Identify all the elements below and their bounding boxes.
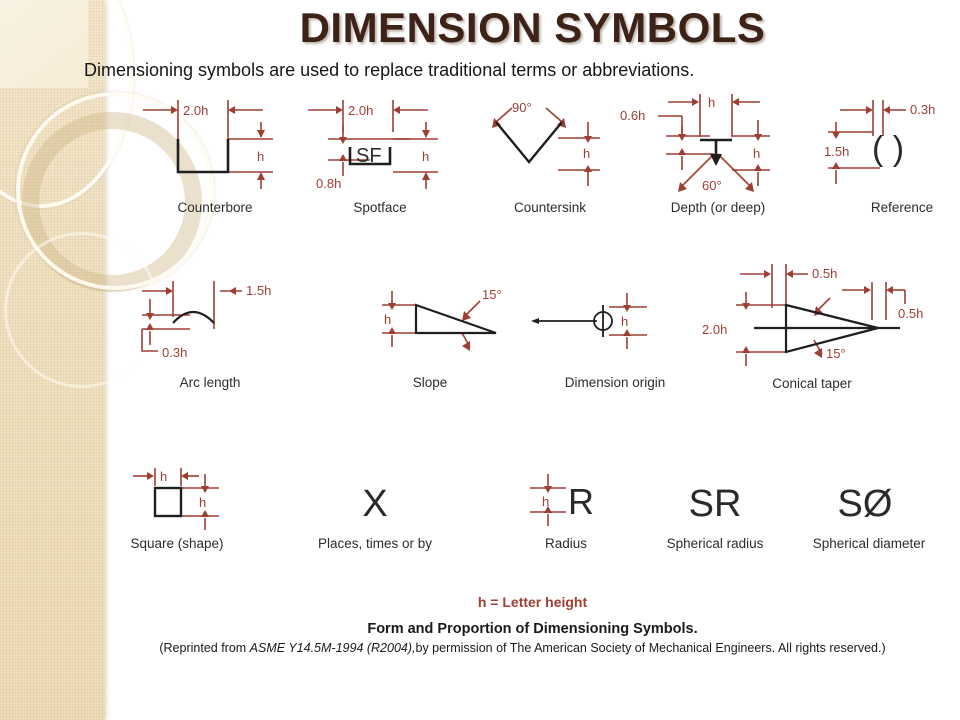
square-shape-glyph: h h [133, 468, 219, 530]
dim-value: h [542, 494, 549, 509]
dim-value: 60° [702, 178, 722, 193]
symbol-square-shape: h h Square (shape) [115, 464, 295, 551]
dim-value: 90° [512, 100, 532, 115]
symbol-inner-text: ( ) [872, 130, 904, 168]
dim-value: 0.3h [162, 345, 187, 360]
symbol-label: Places, times or by [317, 536, 433, 551]
slope-glyph: h 15° [382, 287, 502, 351]
symbol-label: Reference [870, 200, 934, 215]
decorative-side-band [0, 0, 214, 720]
symbol-places-times: X Places, times or by [295, 464, 475, 551]
reference-glyph: 0.3h 1.5h ( ) [824, 100, 935, 184]
arc-length-glyph: 1.5h 0.3h [141, 281, 271, 360]
dim-value: 1.5h [246, 283, 271, 298]
dim-value: h [257, 149, 264, 164]
symbol-dimension-origin: h Dimension origin [505, 267, 715, 390]
caption-suffix: by permission of The American Society of… [415, 641, 886, 655]
dim-value: h [708, 95, 715, 110]
symbol-spherical-diameter: SØ Spherical diameter [773, 464, 953, 551]
symbol-label: Square (shape) [130, 536, 224, 551]
symbol-inner-text: SR [689, 483, 742, 525]
dim-value: h [384, 312, 391, 327]
conical-taper-glyph: 0.5h 0.5h 2.0h 15° [702, 264, 923, 366]
symbol-conical-taper: 0.5h 0.5h 2.0h 15° Conical taper [700, 260, 940, 391]
symbol-label: Depth (or deep) [670, 200, 766, 215]
caption-standard: ASME Y14.5M-1994 (R2004), [249, 641, 416, 655]
symbol-label: Arc length [179, 375, 241, 390]
symbol-slope: h 15° Slope [320, 267, 530, 390]
dim-value: h [621, 314, 628, 329]
symbol-label: Slope [412, 375, 448, 390]
dim-value: 1.5h [824, 144, 849, 159]
symbol-inner-text: X [362, 483, 387, 525]
dim-value: 15° [826, 346, 846, 361]
dim-value: 0.6h [620, 108, 645, 123]
symbol-label: Conical taper [772, 376, 852, 391]
dim-value: 2.0h [702, 322, 727, 337]
spherical-diameter-glyph: SØ [838, 483, 893, 525]
dim-value: 0.5h [898, 306, 923, 321]
times-x-glyph: X [362, 483, 387, 525]
caption-title: Form and Proportion of Dimensioning Symb… [367, 621, 698, 637]
dim-value: 0.3h [910, 102, 935, 117]
dimensioning-symbols-figure: 2.0h h Counterbore 2.0h h 0.8h SF Spotfa… [105, 92, 960, 597]
symbol-label: Spherical diameter [812, 536, 926, 551]
symbol-inner-text: R [568, 481, 594, 522]
letter-height-note: h = Letter height [477, 594, 588, 610]
symbol-reference: 0.3h 1.5h ( ) Reference [780, 92, 960, 215]
page-subtitle: Dimensioning symbols are used to replace… [84, 60, 695, 80]
symbol-arc-length: 1.5h 0.3h Arc length [110, 267, 310, 390]
dim-value: 0.8h [316, 176, 341, 191]
dim-value: h [199, 495, 206, 510]
dim-value: 2.0h [183, 103, 208, 118]
dimension-origin-glyph: h [531, 293, 647, 349]
symbol-label: Dimension origin [564, 375, 666, 390]
page-title: DIMENSION SYMBOLS [299, 4, 766, 51]
dim-value: 0.5h [812, 266, 837, 281]
symbol-inner-text: SØ [838, 483, 893, 525]
symbol-inner-text: SF [356, 145, 382, 167]
dim-value: h [160, 469, 167, 484]
caption-attribution: (Reprinted from ASME Y14.5M-1994 (R2004)… [85, 641, 960, 655]
dim-value: h [583, 146, 590, 161]
caption-prefix: (Reprinted from [159, 641, 250, 655]
dim-value: h [422, 149, 429, 164]
dim-value: 15° [482, 287, 502, 302]
dim-value: h [753, 146, 760, 161]
slide-canvas: DIMENSION SYMBOLS Dimensioning symbols a… [0, 0, 960, 720]
dim-value: 2.0h [348, 103, 373, 118]
